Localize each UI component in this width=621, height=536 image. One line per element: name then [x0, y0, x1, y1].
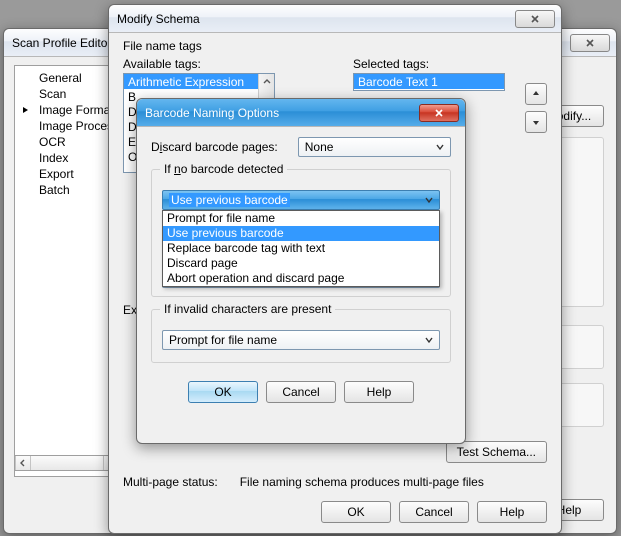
if-no-barcode-group: If no barcode detected Use previous barc…	[151, 169, 451, 297]
combo-value: Use previous barcode	[169, 193, 290, 207]
tree-item-index[interactable]: Index	[15, 150, 119, 166]
list-item[interactable]: Barcode Text 1	[354, 74, 504, 89]
dropdown-option[interactable]: Use previous barcode	[163, 226, 439, 241]
discard-barcode-pages-combo[interactable]: None	[298, 137, 451, 157]
help-button[interactable]: Help	[477, 501, 547, 523]
combo-value: None	[305, 140, 334, 154]
cancel-button[interactable]: Cancel	[266, 381, 336, 403]
discard-barcode-pages-label: Discard barcode pages:	[151, 140, 278, 154]
dropdown-option[interactable]: Abort operation and discard page	[163, 271, 439, 286]
selected-tags-label: Selected tags:	[353, 57, 429, 71]
arrow-up-icon	[531, 89, 541, 99]
ok-button[interactable]: OK	[188, 381, 258, 403]
tree-item-image-processing[interactable]: Image Processing	[15, 118, 119, 134]
tree-horizontal-scrollbar[interactable]	[14, 455, 120, 471]
if-invalid-chars-group: If invalid characters are present Prompt…	[151, 309, 451, 363]
list-item[interactable]: Arithmetic Expression	[124, 74, 258, 89]
chevron-down-icon	[421, 331, 437, 349]
close-icon[interactable]	[570, 34, 610, 52]
file-name-tags-label: File name tags	[123, 39, 202, 53]
multi-page-status-row: Multi-page status: File naming schema pr…	[123, 475, 484, 489]
modify-schema-titlebar: Modify Schema	[109, 5, 561, 33]
cancel-button[interactable]: Cancel	[399, 501, 469, 523]
tree-item-scan[interactable]: Scan	[15, 86, 119, 102]
barcode-naming-options-dialog: Barcode Naming Options Discard barcode p…	[136, 98, 466, 444]
chevron-down-icon	[432, 138, 448, 156]
tree-item-general[interactable]: General	[15, 70, 119, 86]
dropdown-option[interactable]: Discard page	[163, 256, 439, 271]
scroll-up-icon[interactable]	[259, 74, 274, 90]
close-icon[interactable]	[419, 104, 459, 122]
no-barcode-action-dropdown-list[interactable]: Prompt for file name Use previous barcod…	[162, 210, 440, 287]
ok-button[interactable]: OK	[321, 501, 391, 523]
selected-tags-listbox[interactable]: Barcode Text 1	[353, 73, 505, 91]
tree-item-ocr[interactable]: OCR	[15, 134, 119, 150]
example-label-prefix: Ex	[123, 303, 137, 317]
test-schema-button[interactable]: Test Schema...	[446, 441, 547, 463]
help-button[interactable]: Help	[344, 381, 414, 403]
tree-item-batch[interactable]: Batch	[15, 182, 119, 198]
tree-item-export[interactable]: Export	[15, 166, 119, 182]
multi-page-status-label: Multi-page status:	[123, 475, 218, 489]
multi-page-status-value: File naming schema produces multi-page f…	[240, 475, 484, 489]
scroll-left-icon[interactable]	[15, 456, 31, 470]
barcode-naming-options-title: Barcode Naming Options	[143, 106, 419, 120]
chevron-down-icon	[421, 191, 437, 209]
invalid-chars-action-combo[interactable]: Prompt for file name	[162, 330, 440, 350]
dropdown-option[interactable]: Replace barcode tag with text	[163, 241, 439, 256]
available-tags-label: Available tags:	[123, 57, 201, 71]
no-barcode-action-combo[interactable]: Use previous barcode	[162, 190, 440, 210]
move-down-button[interactable]	[525, 111, 547, 133]
close-icon[interactable]	[515, 10, 555, 28]
tree-item-image-format[interactable]: Image Format	[15, 102, 119, 118]
combo-value: Prompt for file name	[169, 333, 277, 347]
barcode-naming-options-titlebar: Barcode Naming Options	[137, 99, 465, 127]
if-invalid-chars-legend: If invalid characters are present	[160, 302, 335, 316]
arrow-down-icon	[531, 117, 541, 127]
modify-schema-title: Modify Schema	[115, 12, 515, 26]
profile-section-tree[interactable]: General Scan Image Format Image Processi…	[14, 65, 120, 477]
move-up-button[interactable]	[525, 83, 547, 105]
if-no-barcode-legend: If no barcode detected	[160, 162, 287, 176]
dropdown-option[interactable]: Prompt for file name	[163, 211, 439, 226]
